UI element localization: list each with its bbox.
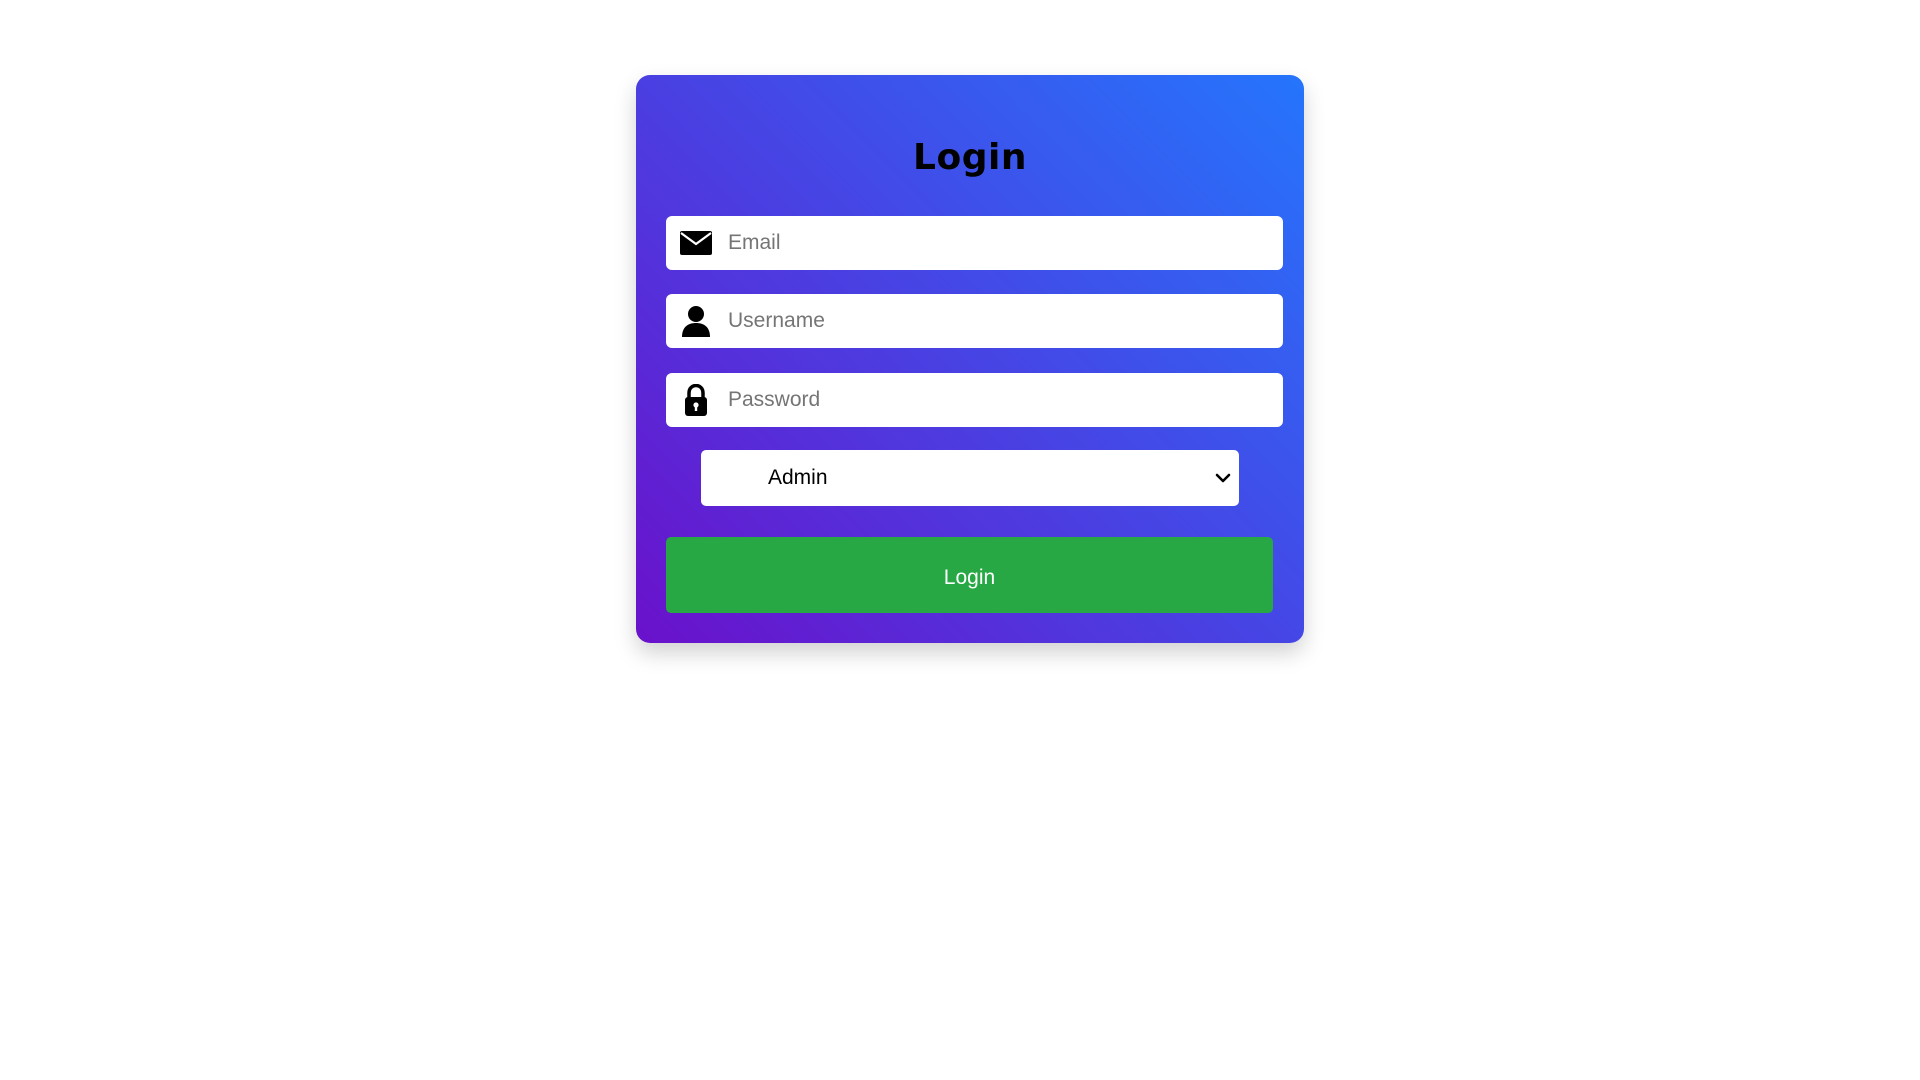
username-field[interactable] bbox=[666, 294, 1283, 348]
user-icon bbox=[680, 305, 712, 337]
password-input[interactable] bbox=[728, 380, 1268, 420]
password-field[interactable] bbox=[666, 373, 1283, 427]
role-select-value: Admin bbox=[768, 466, 828, 489]
envelope-icon bbox=[680, 227, 712, 259]
email-field[interactable] bbox=[666, 216, 1283, 270]
lock-icon bbox=[680, 384, 712, 416]
role-select[interactable]: Admin bbox=[701, 450, 1239, 506]
chevron-down-icon bbox=[1213, 468, 1233, 488]
login-button[interactable]: Login bbox=[666, 537, 1273, 613]
email-input[interactable] bbox=[728, 223, 1268, 263]
page-title: Login bbox=[913, 137, 1027, 178]
username-input[interactable] bbox=[728, 301, 1268, 341]
login-card: Login Admin bbox=[636, 75, 1304, 643]
